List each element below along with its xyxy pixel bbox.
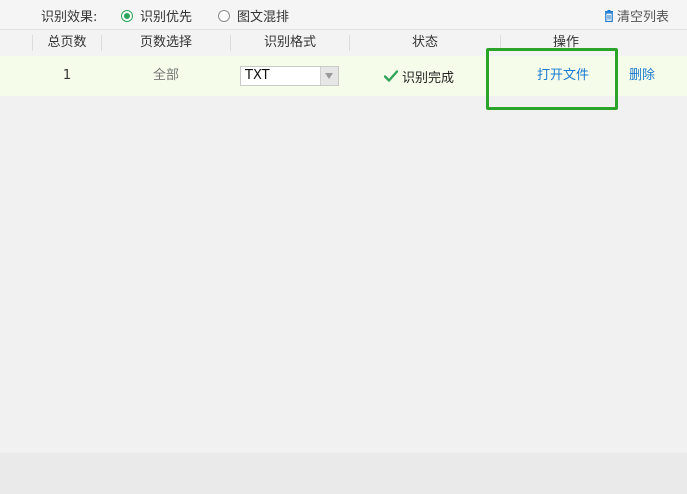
ocr-result-panel: 识别效果: 识别优先 图文混排 清空列表 总页数 页数选择 识别格式 状态 操作… [0,0,687,494]
recognition-options-bar: 识别效果: 识别优先 图文混排 清空列表 [0,0,687,29]
radio-label: 图文混排 [237,10,290,25]
checkmark-icon [384,70,398,82]
radio-unchecked-icon [218,9,230,22]
header-status: 状态 [411,35,438,50]
format-select[interactable]: TXT [240,66,339,86]
radio-checked-icon [121,9,133,22]
format-select-value: TXT [245,68,270,83]
trash-icon [604,9,613,22]
clear-list-button[interactable]: 清空列表 [604,6,669,25]
open-file-link[interactable]: 打开文件 [520,56,606,96]
footer-bar [0,453,687,494]
status-label: 识别完成 [402,70,455,86]
header-page-selection: 页数选择 [139,35,192,50]
cell-page-selection[interactable]: 全部 [102,56,230,96]
radio-recognition-priority[interactable]: 识别优先 [121,6,192,25]
table-row: 1 全部 TXT 识别完成 打开文件 删除 [0,56,687,96]
radio-mixed-layout[interactable]: 图文混排 [218,6,289,25]
radio-label: 识别优先 [140,10,193,25]
header-format: 识别格式 [263,35,316,50]
table-header: 总页数 页数选择 识别格式 状态 操作 [0,29,687,57]
chevron-down-icon[interactable] [320,67,338,85]
header-total-pages: 总页数 [47,35,87,50]
delete-link[interactable]: 删除 [622,56,662,96]
header-actions: 操作 [552,35,579,50]
recognition-effect-label: 识别效果: [41,10,98,25]
status-complete: 识别完成 [384,56,454,96]
cell-total-pages: 1 [62,68,72,83]
clear-list-label: 清空列表 [616,10,669,25]
